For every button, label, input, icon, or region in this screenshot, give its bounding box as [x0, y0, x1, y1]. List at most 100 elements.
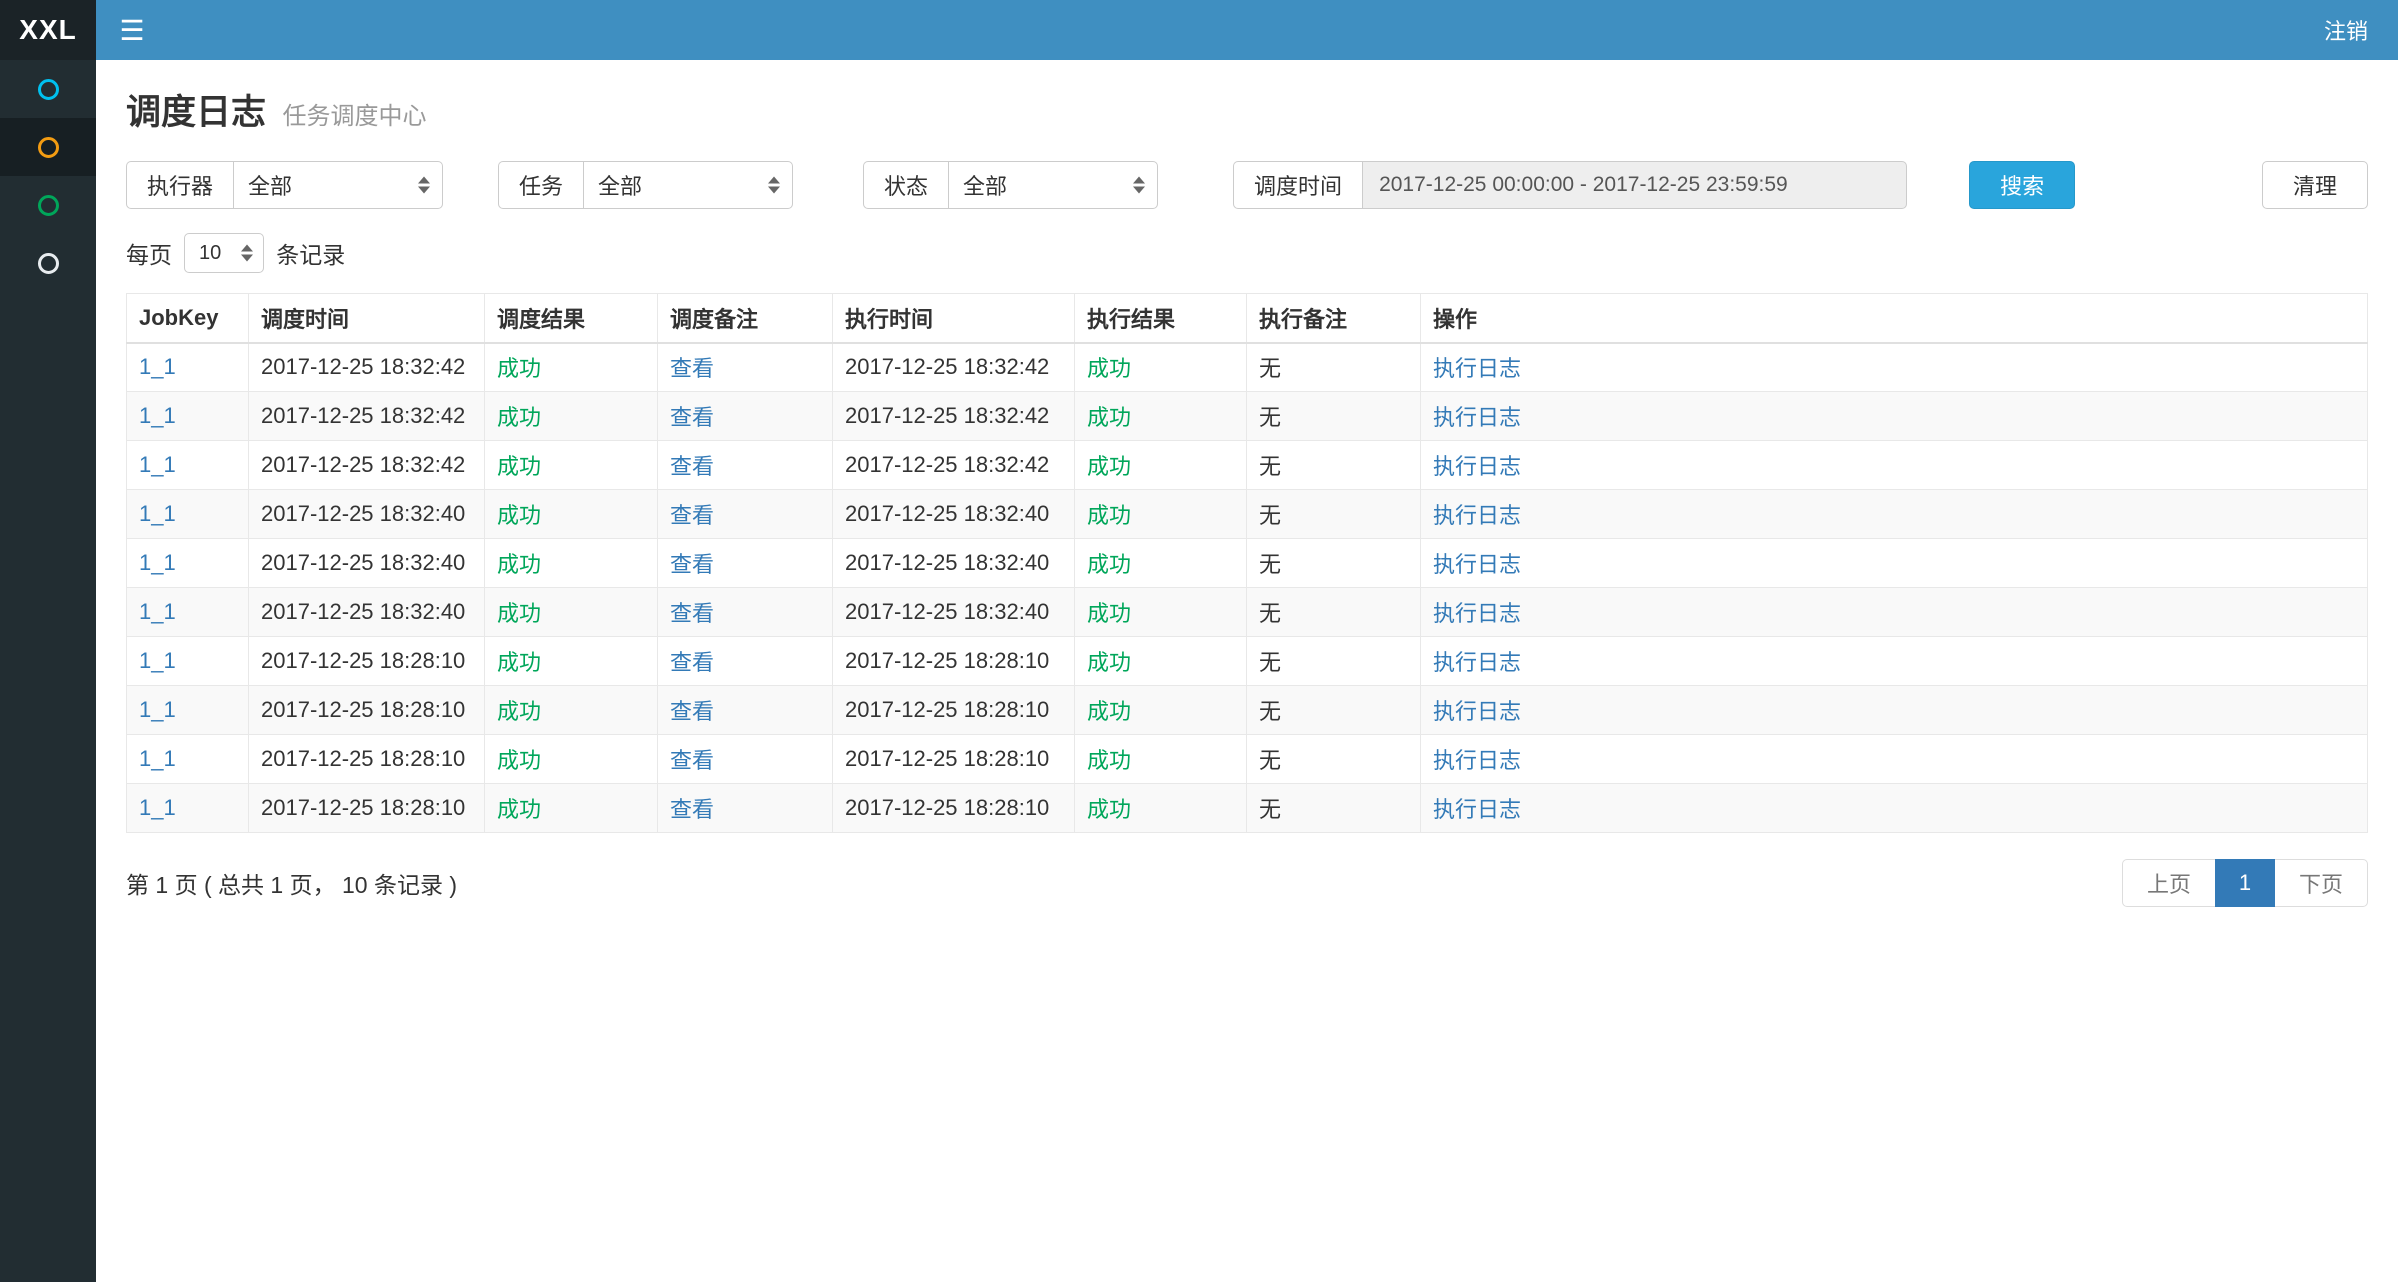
execution-log-link[interactable]: 执行日志 [1433, 650, 1521, 675]
column-header-jobkey: JobKey [127, 294, 249, 343]
table-footer: 第 1 页 ( 总共 1 页， 10 条记录 ) 上页 1 下页 [126, 859, 2368, 907]
clear-button[interactable]: 清理 [2262, 161, 2368, 209]
sidebar-item-2[interactable] [0, 118, 96, 176]
trigger-remark-link[interactable]: 查看 [670, 405, 714, 430]
jobkey-link[interactable]: 1_1 [139, 403, 176, 428]
trigger-time-cell: 2017-12-25 18:32:42 [249, 392, 485, 441]
column-header-handle-remark: 执行备注 [1247, 294, 1421, 343]
trigger-result-text: 成功 [497, 797, 541, 822]
handle-time-cell: 2017-12-25 18:32:40 [833, 490, 1075, 539]
handle-time-cell: 2017-12-25 18:28:10 [833, 686, 1075, 735]
trigger-result-text: 成功 [497, 552, 541, 577]
jobkey-link[interactable]: 1_1 [139, 795, 176, 820]
sidebar-item-3[interactable] [0, 176, 96, 234]
trigger-remark-link[interactable]: 查看 [670, 650, 714, 675]
jobkey-link[interactable]: 1_1 [139, 746, 176, 771]
trigger-remark-link[interactable]: 查看 [670, 748, 714, 773]
executor-filter-label: 执行器 [126, 161, 233, 209]
status-select[interactable]: 全部 [948, 161, 1158, 209]
prev-page-button[interactable]: 上页 [2122, 859, 2216, 907]
handle-result-text: 成功 [1087, 503, 1131, 528]
sidebar-toggle-button[interactable]: ☰ [96, 0, 168, 60]
handle-result-text: 成功 [1087, 650, 1131, 675]
trigger-remark-link[interactable]: 查看 [670, 454, 714, 479]
executor-select[interactable]: 全部 [233, 161, 443, 209]
pagination: 上页 1 下页 [2122, 859, 2368, 907]
page-size-suffix: 条记录 [276, 236, 345, 270]
handle-result-text: 成功 [1087, 454, 1131, 479]
log-table-row: 1_1 2017-12-25 18:32:42 成功 查看 2017-12-25… [127, 441, 2368, 490]
jobkey-link[interactable]: 1_1 [139, 501, 176, 526]
next-page-button[interactable]: 下页 [2274, 859, 2368, 907]
job-select[interactable]: 全部 [583, 161, 793, 209]
handle-remark-cell: 无 [1247, 588, 1421, 637]
trigger-remark-link[interactable]: 查看 [670, 356, 714, 381]
trigger-remark-link[interactable]: 查看 [670, 797, 714, 822]
trigger-result-text: 成功 [497, 650, 541, 675]
trigger-time-filter: 调度时间 [1233, 161, 1907, 209]
select-arrows-icon [241, 245, 253, 262]
log-table-row: 1_1 2017-12-25 18:32:40 成功 查看 2017-12-25… [127, 588, 2368, 637]
current-page-button[interactable]: 1 [2215, 859, 2275, 907]
filter-row: 执行器 全部 任务 全部 状态 全部 [126, 161, 2368, 209]
handle-remark-cell: 无 [1247, 343, 1421, 392]
trigger-result-text: 成功 [497, 601, 541, 626]
circle-icon [38, 79, 59, 100]
execution-log-link[interactable]: 执行日志 [1433, 503, 1521, 528]
handle-time-cell: 2017-12-25 18:32:42 [833, 343, 1075, 392]
log-table-row: 1_1 2017-12-25 18:28:10 成功 查看 2017-12-25… [127, 735, 2368, 784]
executor-select-value: 全部 [248, 169, 292, 201]
date-range-input[interactable] [1362, 161, 1907, 209]
execution-log-link[interactable]: 执行日志 [1433, 405, 1521, 430]
table-body: 1_1 2017-12-25 18:32:42 成功 查看 2017-12-25… [127, 343, 2368, 833]
handle-remark-cell: 无 [1247, 392, 1421, 441]
status-filter-label: 状态 [863, 161, 948, 209]
top-navbar: XXL ☰ 注销 [0, 0, 2398, 60]
page-header: 调度日志 任务调度中心 [126, 84, 2368, 135]
execution-log-link[interactable]: 执行日志 [1433, 748, 1521, 773]
log-table-row: 1_1 2017-12-25 18:28:10 成功 查看 2017-12-25… [127, 686, 2368, 735]
handle-remark-cell: 无 [1247, 539, 1421, 588]
sidebar-item-1[interactable] [0, 60, 96, 118]
execution-log-link[interactable]: 执行日志 [1433, 552, 1521, 577]
handle-time-cell: 2017-12-25 18:32:42 [833, 441, 1075, 490]
trigger-result-text: 成功 [497, 699, 541, 724]
trigger-remark-link[interactable]: 查看 [670, 601, 714, 626]
handle-result-text: 成功 [1087, 601, 1131, 626]
trigger-remark-link[interactable]: 查看 [670, 503, 714, 528]
executor-filter: 执行器 全部 [126, 161, 443, 209]
execution-log-link[interactable]: 执行日志 [1433, 699, 1521, 724]
page-size-row: 每页 10 条记录 [126, 233, 2368, 273]
jobkey-link[interactable]: 1_1 [139, 599, 176, 624]
jobkey-link[interactable]: 1_1 [139, 354, 176, 379]
jobkey-link[interactable]: 1_1 [139, 452, 176, 477]
handle-result-text: 成功 [1087, 748, 1131, 773]
app-logo[interactable]: XXL [0, 0, 96, 60]
handle-time-cell: 2017-12-25 18:28:10 [833, 637, 1075, 686]
column-header-handle-result: 执行结果 [1075, 294, 1247, 343]
execution-log-link[interactable]: 执行日志 [1433, 454, 1521, 479]
handle-remark-cell: 无 [1247, 686, 1421, 735]
sidebar-item-4[interactable] [0, 234, 96, 292]
column-header-trigger-remark: 调度备注 [658, 294, 833, 343]
jobkey-link[interactable]: 1_1 [139, 550, 176, 575]
execution-log-link[interactable]: 执行日志 [1433, 797, 1521, 822]
jobkey-link[interactable]: 1_1 [139, 697, 176, 722]
trigger-time-cell: 2017-12-25 18:32:40 [249, 490, 485, 539]
execution-log-link[interactable]: 执行日志 [1433, 601, 1521, 626]
trigger-remark-link[interactable]: 查看 [670, 699, 714, 724]
page-size-select[interactable]: 10 [184, 233, 264, 273]
search-button[interactable]: 搜索 [1969, 161, 2075, 209]
handle-remark-cell: 无 [1247, 490, 1421, 539]
trigger-time-cell: 2017-12-25 18:28:10 [249, 637, 485, 686]
handle-remark-cell: 无 [1247, 637, 1421, 686]
jobkey-link[interactable]: 1_1 [139, 648, 176, 673]
handle-time-cell: 2017-12-25 18:28:10 [833, 735, 1075, 784]
trigger-remark-link[interactable]: 查看 [670, 552, 714, 577]
log-table-row: 1_1 2017-12-25 18:32:40 成功 查看 2017-12-25… [127, 490, 2368, 539]
column-header-handle-time: 执行时间 [833, 294, 1075, 343]
handle-result-text: 成功 [1087, 797, 1131, 822]
execution-log-link[interactable]: 执行日志 [1433, 356, 1521, 381]
logout-link[interactable]: 注销 [2294, 0, 2398, 60]
main-content: 调度日志 任务调度中心 执行器 全部 任务 全部 [96, 60, 2398, 1282]
